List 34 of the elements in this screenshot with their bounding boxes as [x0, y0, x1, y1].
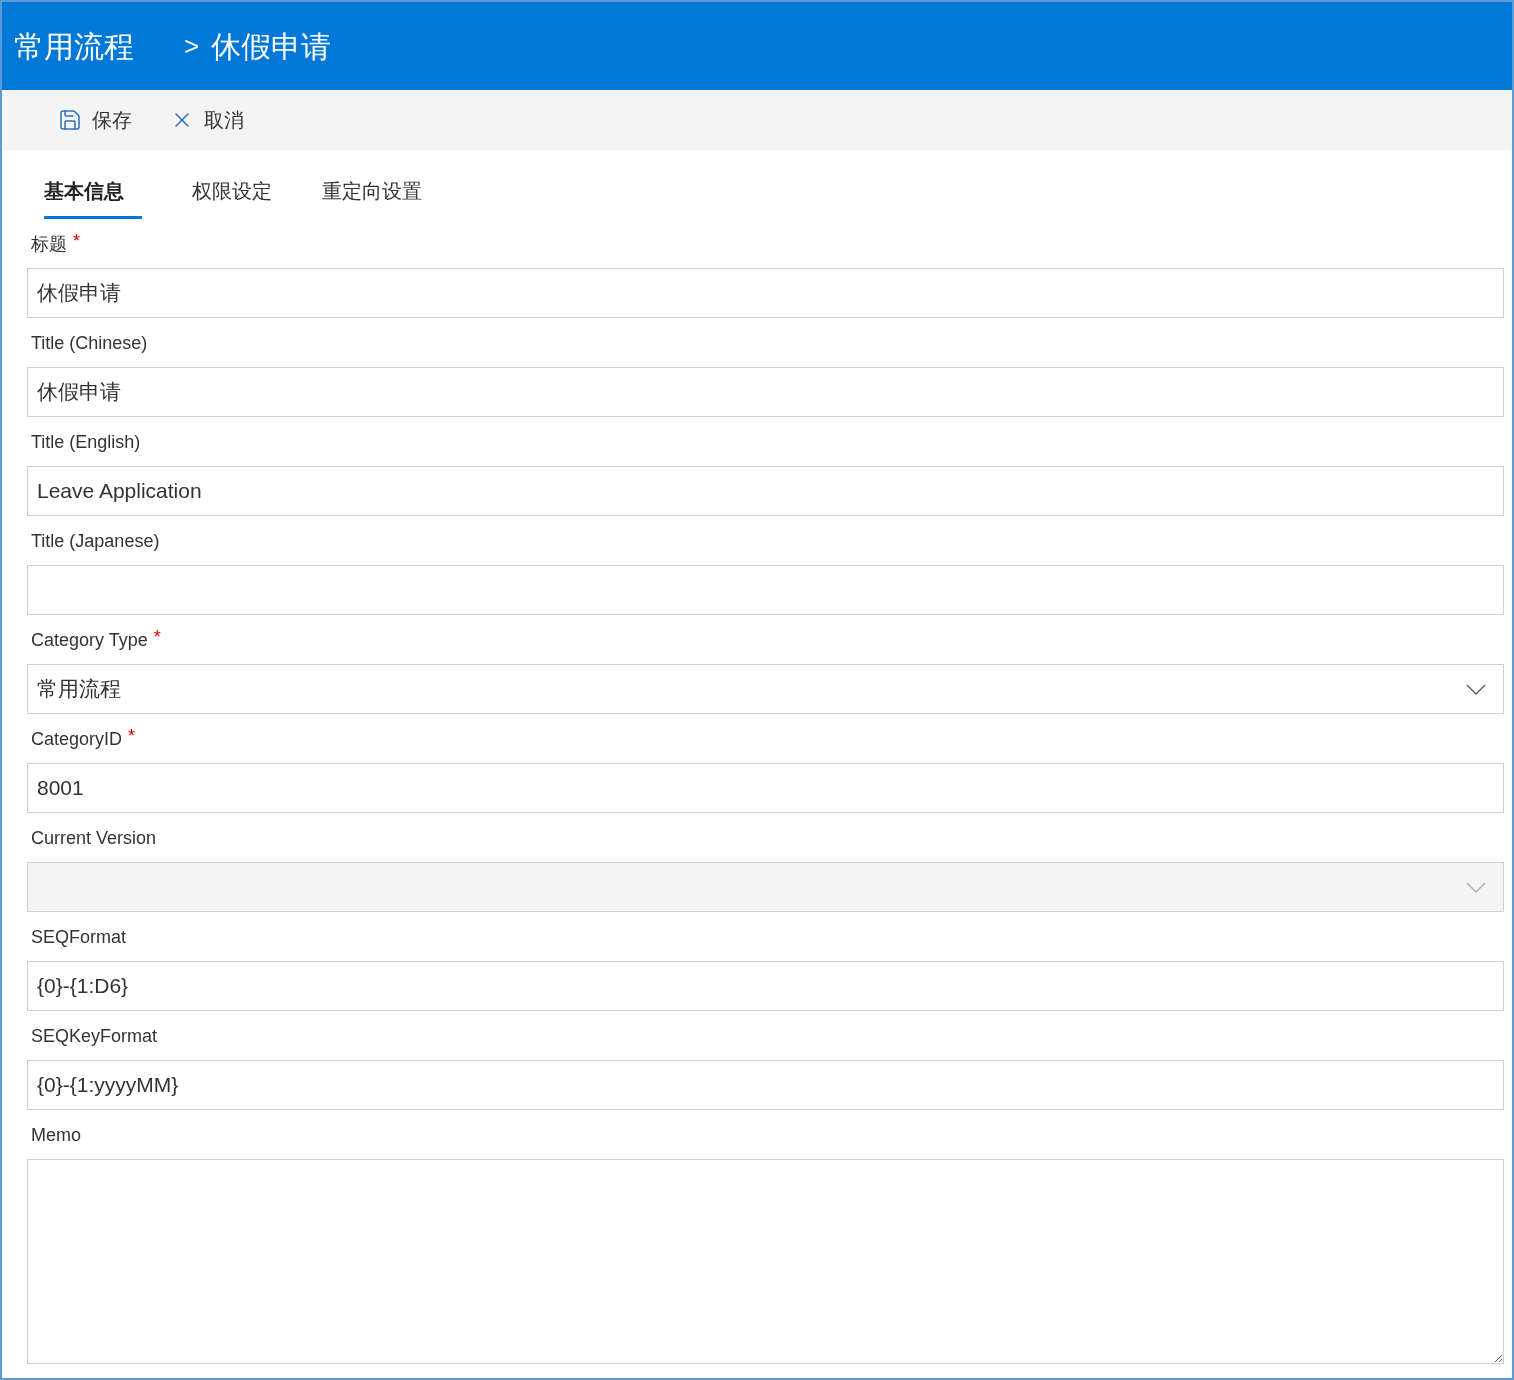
- field-label: SEQFormat: [31, 926, 127, 949]
- tab[interactable]: 权限设定: [192, 176, 272, 219]
- field-label: CategoryID: [31, 728, 123, 751]
- breadcrumb-separator: >: [184, 29, 200, 63]
- text-field[interactable]: Leave Application: [27, 466, 1504, 516]
- breadcrumb-link[interactable]: 常用流程: [14, 23, 134, 69]
- text-field[interactable]: 休假申请: [27, 268, 1504, 318]
- field-label: Title (English): [31, 431, 141, 454]
- field-label: Category Type: [31, 629, 148, 652]
- page-title: 休假申请: [211, 28, 332, 65]
- dropdown-value: 常用流程: [37, 676, 121, 703]
- field-label: 标题: [31, 233, 67, 256]
- field-label: Current Version: [31, 827, 157, 850]
- required-mark: *: [153, 626, 161, 649]
- chevron-down-icon: [1467, 684, 1485, 694]
- field-label: Title (Japanese): [31, 530, 160, 553]
- save-icon: [58, 108, 82, 132]
- text-field[interactable]: {0}-{1:yyyyMM}: [27, 1060, 1504, 1110]
- save-button[interactable]: 保存: [58, 105, 132, 135]
- field-label: Memo: [31, 1124, 81, 1147]
- text-field[interactable]: 8001: [27, 763, 1504, 813]
- dropdown-field[interactable]: 常用流程: [27, 664, 1504, 714]
- text-field[interactable]: {0}-{1:D6}: [27, 961, 1504, 1011]
- required-mark: *: [73, 230, 80, 253]
- tab[interactable]: 基本信息: [44, 176, 142, 219]
- field-label: SEQKeyFormat: [31, 1025, 158, 1048]
- memo-field[interactable]: [27, 1159, 1504, 1364]
- field-label: Title (Chinese): [31, 332, 148, 355]
- chevron-down-icon: [1467, 882, 1485, 892]
- cancel-button[interactable]: 取消: [170, 105, 244, 135]
- text-field[interactable]: [27, 565, 1504, 615]
- text-field[interactable]: 休假申请: [27, 367, 1504, 417]
- required-mark: *: [128, 725, 136, 748]
- tab[interactable]: 重定向设置: [322, 176, 422, 219]
